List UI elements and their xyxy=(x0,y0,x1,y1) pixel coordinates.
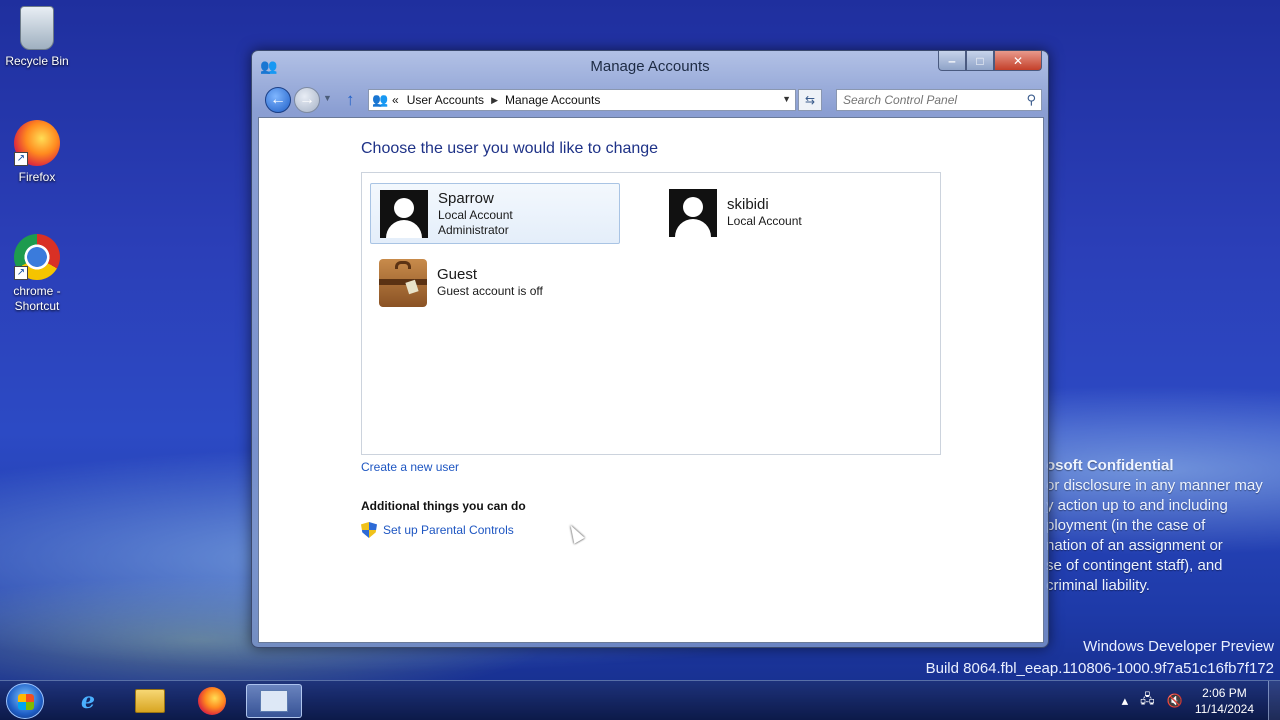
chrome-icon: ↗ xyxy=(14,234,60,280)
user-avatar-icon xyxy=(380,190,428,238)
address-bar[interactable]: 👥 « User Accounts ▶ Manage Accounts ▼ xyxy=(368,89,796,111)
up-arrow-icon[interactable]: ↑ xyxy=(346,90,355,110)
search-icon[interactable]: ⚲ xyxy=(1026,92,1036,108)
close-button[interactable]: ✕ xyxy=(994,51,1042,71)
recycle-bin-icon xyxy=(20,6,54,50)
confidential-watermark: osoft Confidential or disclosure in any … xyxy=(1046,456,1280,596)
refresh-button[interactable]: ⇆ xyxy=(798,89,822,111)
account-info: skibidi Local Account xyxy=(727,196,802,229)
account-name: Sparrow xyxy=(438,190,494,207)
parental-controls-link[interactable]: Set up Parental Controls xyxy=(383,523,514,537)
watermark-line: nation of an assignment or xyxy=(1046,537,1223,554)
control-panel-icon xyxy=(260,690,288,712)
taskbar-file-explorer[interactable] xyxy=(122,684,178,718)
shield-icon xyxy=(361,522,377,538)
taskbar-control-panel[interactable] xyxy=(246,684,302,718)
watermark-line: ployment (in the case of xyxy=(1046,517,1206,534)
account-type: Local Account xyxy=(727,214,802,228)
desktop-icon-firefox[interactable]: ↗ Firefox xyxy=(0,120,74,185)
taskbar: e ▴ 🖧 🔇 2:06 PM 11/14/2024 xyxy=(0,680,1280,720)
title-bar[interactable]: 👥 Manage Accounts ‒ □ ✕ xyxy=(252,51,1048,85)
clock-date: 11/14/2024 xyxy=(1194,702,1254,716)
network-icon[interactable]: 🖧 xyxy=(1140,690,1155,712)
back-button[interactable]: ← xyxy=(265,87,291,113)
clock[interactable]: 2:06 PM 11/14/2024 xyxy=(1195,685,1254,717)
tray-overflow-chevron-up-icon[interactable]: ▴ xyxy=(1122,693,1129,709)
manage-accounts-window: 👥 Manage Accounts ‒ □ ✕ ← → ▼ ↑ 👥 « User… xyxy=(251,50,1049,648)
account-tile-skibidi[interactable]: skibidi Local Account xyxy=(660,183,910,244)
start-button[interactable] xyxy=(6,683,44,719)
recent-pages-chevron-down-icon[interactable]: ▼ xyxy=(323,93,332,103)
account-role: Administrator xyxy=(438,223,509,237)
firefox-icon: ↗ xyxy=(14,120,60,166)
create-new-user-link[interactable]: Create a new user xyxy=(361,460,459,474)
parental-controls-item[interactable]: Set up Parental Controls xyxy=(361,522,514,538)
watermark-line: se of contingent staff), and xyxy=(1046,557,1223,574)
desktop-icon-label: Firefox xyxy=(18,170,56,184)
address-dropdown-chevron-down-icon[interactable]: ▼ xyxy=(782,94,791,104)
build-number: Build 8064.fbl_eeap.110806-1000.9f7a51c1… xyxy=(925,660,1274,677)
navigation-bar: ← → ▼ ↑ 👥 « User Accounts ▶ Manage Accou… xyxy=(252,85,1048,115)
window-title: Manage Accounts xyxy=(590,58,710,75)
account-tile-sparrow[interactable]: Sparrow Local Account Administrator xyxy=(370,183,620,244)
account-name: Guest xyxy=(437,266,478,283)
maximize-button[interactable]: □ xyxy=(966,51,994,71)
content-pane: Choose the user you would like to change… xyxy=(258,117,1044,643)
account-type: Local Account xyxy=(438,208,513,222)
forward-button[interactable]: → xyxy=(294,87,320,113)
watermark-line: criminal liability. xyxy=(1046,577,1150,594)
additional-heading: Additional things you can do xyxy=(361,499,526,513)
clock-time: 2:06 PM xyxy=(1202,686,1247,700)
user-avatar-icon xyxy=(669,189,717,237)
briefcase-icon xyxy=(379,259,427,307)
taskbar-internet-explorer[interactable]: e xyxy=(60,684,116,718)
breadcrumb-overflow[interactable]: « xyxy=(392,93,399,107)
taskbar-firefox[interactable] xyxy=(184,684,240,718)
account-info: Sparrow Local Account Administrator xyxy=(438,190,513,238)
volume-muted-icon[interactable]: 🔇 xyxy=(1167,693,1183,709)
system-tray: ▴ 🖧 🔇 2:06 PM 11/14/2024 xyxy=(1122,681,1280,720)
desktop-icon-chrome-shortcut[interactable]: ↗ chrome - Shortcut xyxy=(0,234,74,314)
accounts-list: Sparrow Local Account Administrator skib… xyxy=(361,172,941,455)
account-name: skibidi xyxy=(727,196,769,213)
show-desktop-button[interactable] xyxy=(1268,681,1280,720)
breadcrumb-manage-accounts[interactable]: Manage Accounts xyxy=(505,93,600,107)
folder-icon xyxy=(135,689,165,713)
account-tile-guest[interactable]: Guest Guest account is off xyxy=(370,253,620,314)
account-status: Guest account is off xyxy=(437,284,543,298)
minimize-button[interactable]: ‒ xyxy=(938,51,966,71)
desktop-icon-label: Recycle Bin xyxy=(5,54,69,68)
desktop-icon-label: chrome - Shortcut xyxy=(13,284,61,313)
breadcrumb-user-accounts[interactable]: User Accounts xyxy=(407,93,484,107)
page-title: Choose the user you would like to change xyxy=(361,140,659,157)
watermark-line: y action up to and including xyxy=(1046,497,1228,514)
search-input[interactable] xyxy=(837,90,1017,110)
caption-buttons: ‒ □ ✕ xyxy=(938,51,1042,71)
shortcut-arrow-icon: ↗ xyxy=(14,152,28,166)
watermark-line: or disclosure in any manner may xyxy=(1046,477,1263,494)
desktop-icon-recycle-bin[interactable]: Recycle Bin xyxy=(0,6,74,69)
firefox-icon xyxy=(198,687,226,715)
search-box[interactable]: ⚲ xyxy=(836,89,1042,111)
shortcut-arrow-icon: ↗ xyxy=(14,266,28,280)
watermark-title: osoft Confidential xyxy=(1046,457,1174,474)
control-panel-icon: 👥 xyxy=(372,92,389,107)
breadcrumb-arrow-icon[interactable]: ▶ xyxy=(491,95,498,106)
account-info: Guest Guest account is off xyxy=(437,266,543,299)
